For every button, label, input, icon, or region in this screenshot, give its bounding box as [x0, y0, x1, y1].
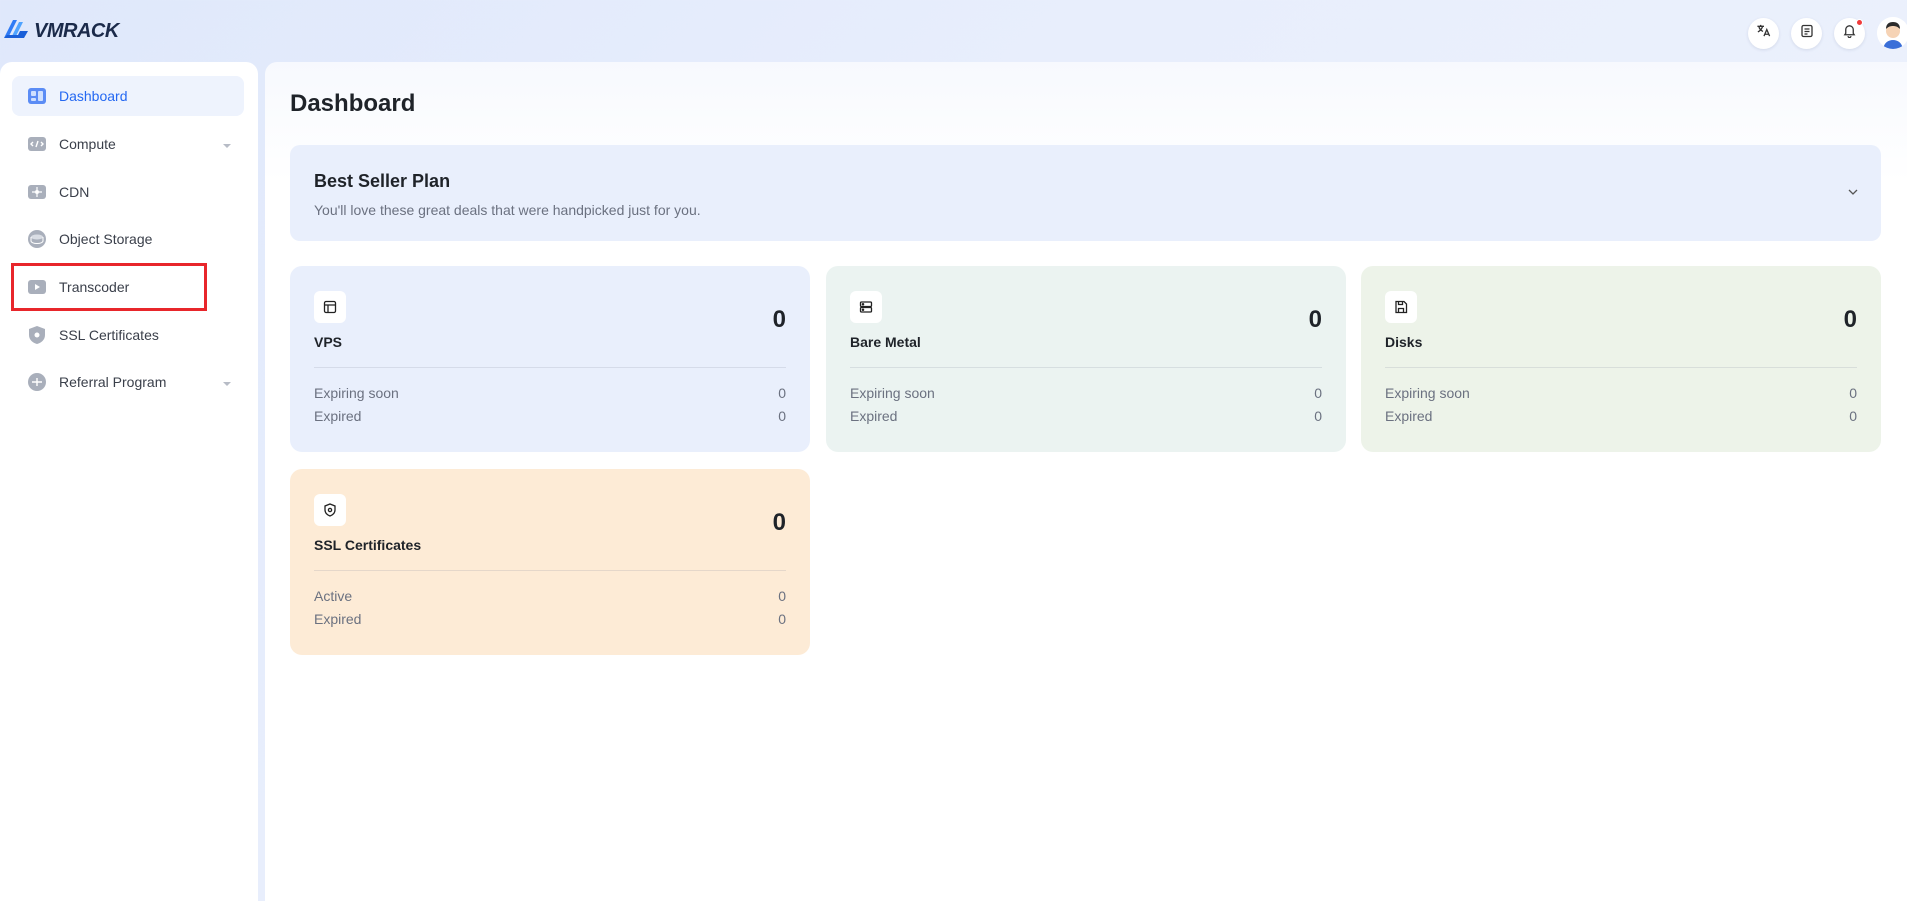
document-icon: [1800, 24, 1814, 43]
chevron-down-icon: [222, 138, 232, 156]
disks-card[interactable]: Disks 0 Expiring soon 0 Expired 0: [1361, 266, 1881, 452]
row-value: 0: [1849, 385, 1857, 401]
card-row: Expired 0: [850, 408, 1322, 424]
sidebar-item-label: Dashboard: [59, 88, 128, 104]
sidebar-item-label: Object Storage: [59, 231, 153, 247]
divider: [1385, 367, 1857, 368]
ssl-icon: [26, 325, 47, 346]
dashboard-icon: [26, 86, 47, 107]
sidebar-item-referral-program[interactable]: Referral Program: [12, 362, 244, 402]
card-row: Expired 0: [1385, 408, 1857, 424]
sidebar-item-object-storage[interactable]: Object Storage: [12, 219, 244, 259]
row-label: Expired: [850, 408, 898, 424]
card-count: 0: [772, 306, 786, 333]
compute-icon: [26, 134, 47, 155]
row-value: 0: [1314, 408, 1322, 424]
card-row: Expiring soon 0: [314, 385, 786, 401]
card-row: Expired 0: [314, 408, 786, 424]
card-count: 0: [1308, 306, 1322, 333]
card-count: 0: [772, 509, 786, 536]
server-icon: [850, 291, 882, 323]
referral-icon: [26, 372, 47, 393]
logo[interactable]: VMRACK: [2, 16, 119, 47]
card-row: Expiring soon 0: [1385, 385, 1857, 401]
banner-title: Best Seller Plan: [314, 171, 451, 191]
best-seller-banner[interactable]: Best Seller Plan You'll love these great…: [290, 145, 1881, 241]
card-title: Disks: [1385, 334, 1423, 350]
sidebar-item-label: Transcoder: [59, 279, 130, 295]
ssl-certificates-card[interactable]: SSL Certificates 0 Active 0 Expired 0: [290, 469, 810, 655]
vps-icon: [314, 291, 346, 323]
card-title: Bare Metal: [850, 334, 921, 350]
main-content: Dashboard Best Seller Plan You'll love t…: [265, 62, 1907, 901]
row-label: Expiring soon: [314, 385, 399, 401]
cdn-icon: [26, 182, 47, 203]
card-row: Expired 0: [314, 611, 786, 627]
bare-metal-card[interactable]: Bare Metal 0 Expiring soon 0 Expired 0: [826, 266, 1346, 452]
card-title: VPS: [314, 334, 343, 350]
top-bar: VMRACK: [0, 0, 1907, 62]
card-count: 0: [1843, 306, 1857, 333]
row-value: 0: [1849, 408, 1857, 424]
page-title: Dashboard: [290, 90, 416, 117]
row-label: Expiring soon: [1385, 385, 1470, 401]
avatar[interactable]: [1877, 17, 1907, 49]
row-value: 0: [1314, 385, 1322, 401]
row-label: Expired: [1385, 408, 1433, 424]
sidebar-item-dashboard[interactable]: Dashboard: [12, 76, 244, 116]
row-value: 0: [778, 385, 786, 401]
vps-card[interactable]: VPS 0 Expiring soon 0 Expired 0: [290, 266, 810, 452]
notification-dot: [1856, 18, 1863, 26]
translate-icon: [1756, 23, 1771, 43]
disk-icon: [1385, 291, 1417, 323]
row-value: 0: [778, 611, 786, 627]
row-value: 0: [778, 408, 786, 424]
row-label: Expiring soon: [850, 385, 935, 401]
object-storage-icon: [26, 229, 47, 250]
transcoder-icon: [26, 277, 47, 298]
divider: [314, 367, 786, 368]
card-row: Expiring soon 0: [850, 385, 1322, 401]
docs-button[interactable]: [1791, 17, 1822, 49]
banner-subtitle: You'll love these great deals that were …: [314, 202, 701, 218]
sidebar-item-label: Compute: [59, 136, 116, 152]
sidebar-item-label: CDN: [59, 184, 90, 200]
chevron-down-icon[interactable]: [1847, 185, 1859, 203]
sidebar-item-transcoder[interactable]: Transcoder: [12, 267, 244, 307]
divider: [850, 367, 1322, 368]
sidebar-item-label: Referral Program: [59, 374, 167, 390]
row-label: Expired: [314, 611, 362, 627]
chevron-down-icon: [222, 376, 232, 394]
notifications-button[interactable]: [1834, 17, 1865, 49]
logo-icon: [2, 16, 30, 47]
sidebar-item-cdn[interactable]: CDN: [12, 172, 244, 212]
row-label: Active: [314, 588, 353, 604]
bell-icon: [1842, 23, 1857, 43]
divider: [314, 570, 786, 571]
card-row: Active 0: [314, 588, 786, 604]
row-label: Expired: [314, 408, 362, 424]
sidebar-item-ssl-certificates[interactable]: SSL Certificates: [12, 315, 244, 355]
sidebar-item-label: SSL Certificates: [59, 327, 159, 343]
row-value: 0: [778, 588, 786, 604]
language-button[interactable]: [1748, 17, 1779, 49]
sidebar: Dashboard Compute CDN Object Storage Tra…: [0, 62, 258, 901]
logo-text: VMRACK: [34, 20, 119, 42]
card-title: SSL Certificates: [314, 537, 422, 553]
shield-icon: [314, 494, 346, 526]
sidebar-item-compute[interactable]: Compute: [12, 124, 244, 164]
